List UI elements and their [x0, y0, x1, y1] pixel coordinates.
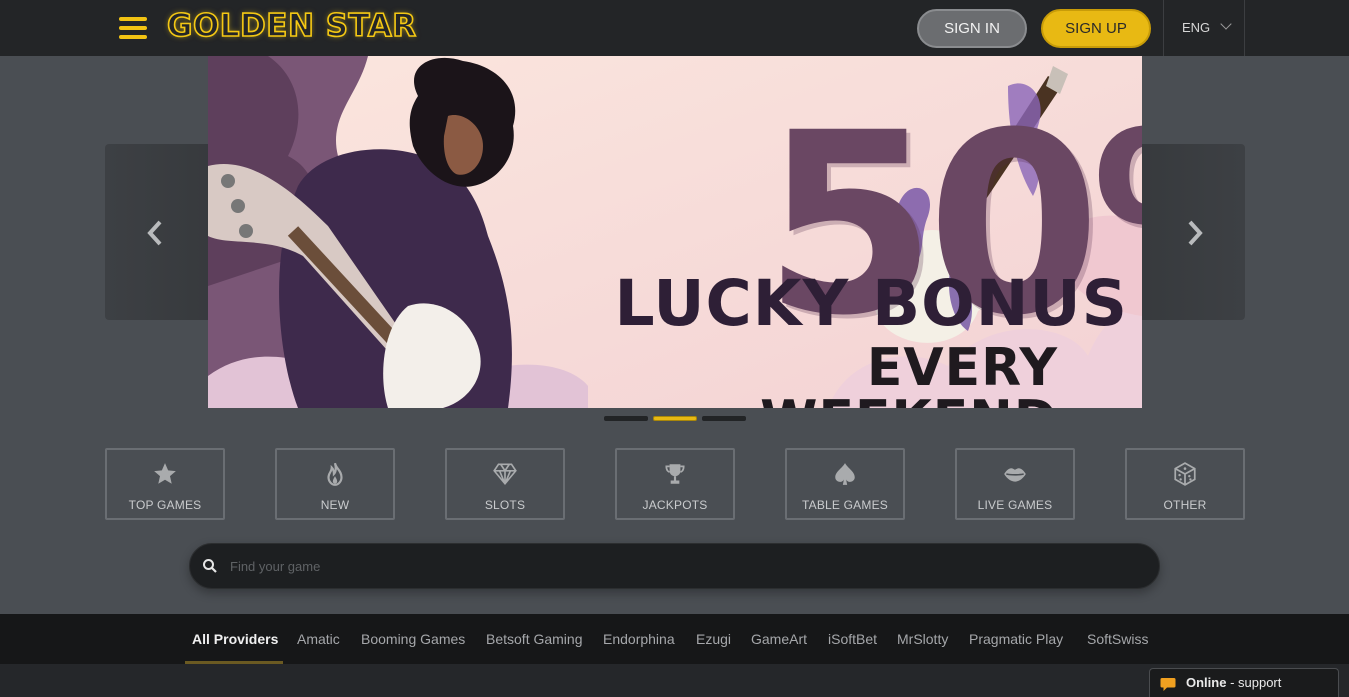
slide-dot[interactable] [702, 416, 746, 421]
category-jackpots[interactable]: JACKPOTS [615, 448, 735, 520]
provider-tabs: All Providers Amatic Booming Games Betso… [0, 614, 1349, 664]
diamond-icon [447, 461, 563, 487]
category-live-games[interactable]: LIVE GAMES [955, 448, 1075, 520]
provider-tab-all[interactable]: All Providers [185, 614, 284, 664]
slide-dot[interactable] [604, 416, 648, 421]
provider-tab[interactable]: GameArt [751, 614, 807, 664]
language-selector[interactable]: ENG [1163, 0, 1245, 56]
category-label: NEW [320, 498, 350, 512]
star-icon [107, 461, 223, 487]
provider-tab[interactable]: iSoftBet [828, 614, 877, 664]
trophy-icon [617, 461, 733, 487]
games-area [0, 664, 1349, 697]
sign-in-button[interactable]: SIGN IN [917, 9, 1027, 48]
slide-dot-active[interactable] [653, 416, 697, 421]
menu-icon[interactable] [119, 17, 147, 39]
provider-tab[interactable]: Pragmatic Play [969, 614, 1063, 664]
search-input[interactable] [230, 554, 1130, 578]
category-top-games[interactable]: TOP GAMES [105, 448, 225, 520]
provider-tab[interactable]: SoftSwiss [1087, 614, 1148, 664]
category-label: JACKPOTS [642, 498, 708, 512]
category-label: OTHER [1163, 498, 1207, 512]
category-label: TOP GAMES [128, 498, 202, 512]
support-chat-button[interactable]: Online - support [1149, 668, 1339, 697]
provider-tab[interactable]: Booming Games [361, 614, 465, 664]
category-label: TABLE GAMES [801, 498, 888, 512]
support-label: - support [1226, 675, 1282, 690]
lips-icon [957, 461, 1073, 487]
banner-subheadline: EVERY WEEKEND [760, 338, 1058, 408]
site-logo[interactable]: GOLDEN STAR [166, 7, 417, 45]
spade-icon [787, 461, 903, 487]
banner-headline: LUCKY BONUS [614, 267, 1128, 340]
language-label: ENG [1182, 20, 1211, 35]
provider-tab[interactable]: Betsoft Gaming [486, 614, 583, 664]
site-header: GOLDEN STAR SIGN IN SIGN UP ENG [0, 0, 1349, 56]
provider-tab[interactable]: Ezugi [696, 614, 731, 664]
chevron-left-icon[interactable] [145, 219, 165, 247]
category-label: SLOTS [484, 498, 526, 512]
sign-up-button[interactable]: SIGN UP [1041, 9, 1151, 48]
flame-icon [277, 461, 393, 487]
category-slots[interactable]: SLOTS [445, 448, 565, 520]
chat-bubble-icon [1160, 678, 1176, 691]
category-table-games[interactable]: TABLE GAMES [785, 448, 905, 520]
chevron-down-icon [1220, 18, 1232, 30]
support-status: Online [1186, 675, 1227, 690]
provider-tab[interactable]: Amatic [297, 614, 340, 664]
game-search-bar [189, 543, 1160, 589]
category-new[interactable]: NEW [275, 448, 395, 520]
category-label: LIVE GAMES [977, 498, 1053, 512]
promo-banner[interactable]: 50% LUCKY BONUS EVERY WEEKEND [208, 56, 1142, 408]
search-icon [203, 559, 217, 573]
category-other[interactable]: OTHER [1125, 448, 1245, 520]
dice-icon [1127, 461, 1243, 487]
provider-tab[interactable]: Endorphina [603, 614, 675, 664]
provider-tab[interactable]: MrSlotty [897, 614, 948, 664]
provider-label: All Providers [192, 631, 279, 647]
chevron-right-icon[interactable] [1185, 219, 1205, 247]
